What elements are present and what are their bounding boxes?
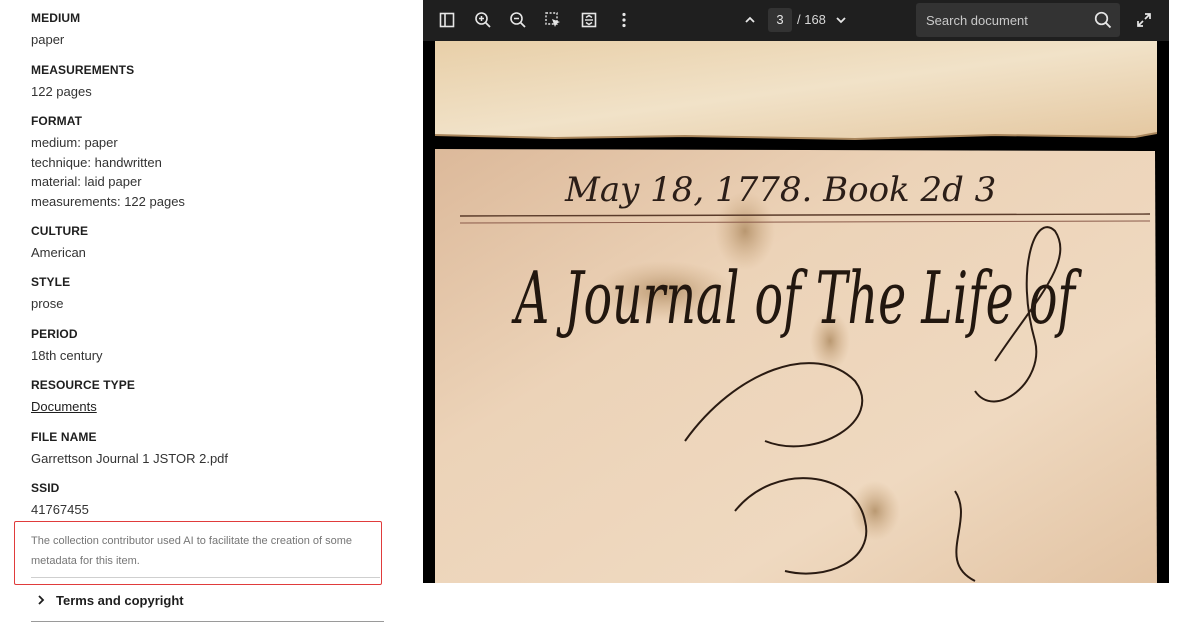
field-value: medium: paper [31,135,118,150]
field-value: material: laid paper [31,174,142,189]
page-total: / 168 [797,12,826,27]
field-label: FORMAT [31,114,83,128]
divider [31,577,380,578]
field-culture: CULTURE American [31,223,391,263]
field-medium: MEDIUM paper [31,10,391,50]
field-label: FILE NAME [31,430,97,444]
field-measurements: MEASUREMENTS 122 pages [31,62,391,102]
divider [31,621,384,622]
field-label: RESOURCE TYPE [31,378,135,392]
field-value: 18th century [31,348,103,363]
document-page-image: May 18, 1778. Book 2d 3 A Journal of The… [435,41,1157,583]
field-label: PERIOD [31,327,78,341]
field-style: STYLE prose [31,274,391,314]
terms-label: Terms and copyright [56,592,184,608]
zoom-in-icon[interactable] [473,10,493,30]
field-value: paper [31,32,65,47]
selection-tool-icon[interactable] [543,10,563,30]
field-value: prose [31,296,64,311]
ai-disclosure-note: The collection contributor used AI to fa… [31,535,353,567]
search-icon[interactable] [1094,11,1112,29]
sidebar-toggle-icon[interactable] [437,10,457,30]
chevron-down-icon[interactable] [831,10,851,30]
handwritten-title: A Journal of The Life of [511,256,1082,340]
field-label: SSID [31,481,60,495]
viewer-toolbar: 3 / 168 [423,0,1169,41]
field-value: measurements: 122 pages [31,193,185,209]
field-value: 122 pages [31,84,92,99]
zoom-out-icon[interactable] [508,10,528,30]
field-ssid: SSID 41767455 [31,480,391,520]
field-label: MEDIUM [31,11,81,25]
current-page-input[interactable]: 3 [768,8,792,32]
more-options-icon[interactable] [614,10,634,30]
field-label: MEASUREMENTS [31,63,135,77]
field-period: PERIOD 18th century [31,326,391,366]
handwritten-header: May 18, 1778. Book 2d 3 [564,170,996,210]
search-input[interactable] [926,3,1086,37]
field-label: STYLE [31,275,71,289]
chevron-right-icon [38,595,45,605]
search-box [916,3,1120,37]
field-file-name: FILE NAME Garrettson Journal 1 JSTOR 2.p… [31,429,391,469]
document-viewer: 3 / 168 Search document May 18, 1778. Bo… [423,0,1169,583]
field-label: CULTURE [31,224,89,238]
field-value: 41767455 [31,502,89,517]
field-value: Garrettson Journal 1 JSTOR 2.pdf [31,451,229,466]
fullscreen-icon[interactable] [1134,10,1154,30]
terms-and-copyright-toggle[interactable]: Terms and copyright [31,589,384,611]
field-value: technique: handwritten [31,154,162,170]
field-resource-type: RESOURCE TYPE Documents [31,377,391,417]
field-value: American [31,245,86,260]
fit-page-icon[interactable] [579,10,599,30]
chevron-up-icon[interactable] [740,10,760,30]
field-format: FORMAT medium: paper technique: handwrit… [31,113,391,211]
resource-type-link[interactable]: Documents [31,399,97,414]
